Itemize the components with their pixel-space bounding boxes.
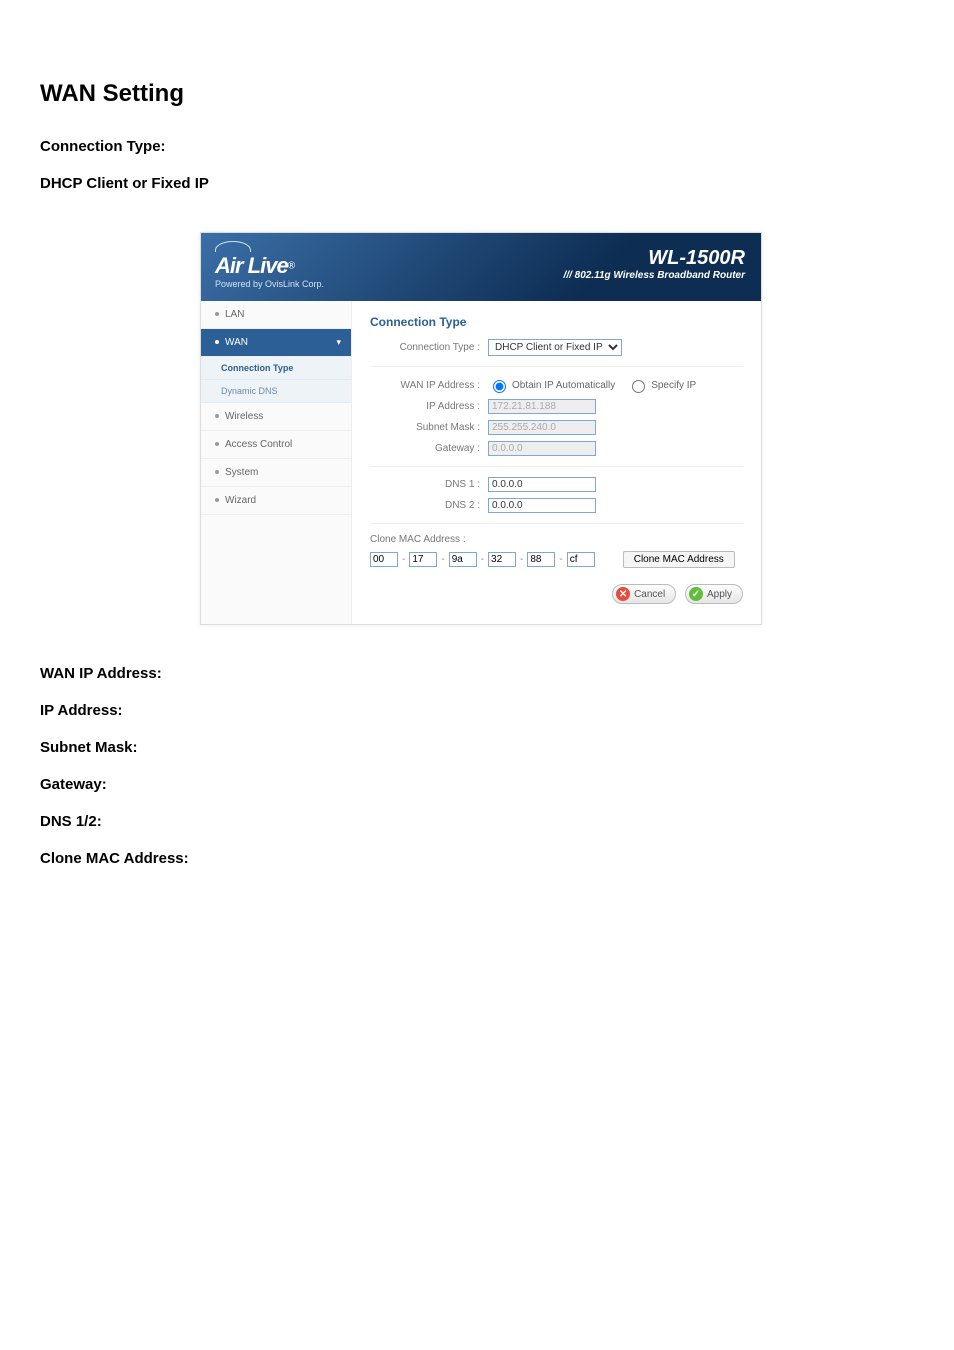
nav-item-system[interactable]: System bbox=[201, 459, 351, 487]
mac-octet-6[interactable] bbox=[567, 552, 595, 567]
mac-octet-3[interactable] bbox=[449, 552, 477, 567]
model-number: WL-1500R bbox=[564, 247, 745, 270]
sub-dhcp-client: DHCP Client or Fixed IP bbox=[40, 175, 914, 192]
radio-specify-ip-input[interactable] bbox=[632, 380, 645, 393]
connection-type-label: Connection Type : bbox=[370, 342, 488, 353]
connection-type-select[interactable]: DHCP Client or Fixed IP bbox=[488, 339, 622, 356]
apply-button[interactable]: ✓ Apply bbox=[685, 584, 743, 604]
radio-specify-ip-text: Specify IP bbox=[651, 380, 696, 391]
cancel-button-label: Cancel bbox=[634, 589, 665, 600]
subnet-mask-input[interactable] bbox=[488, 420, 596, 435]
mac-octet-5[interactable] bbox=[527, 552, 555, 567]
brand-name: Air Live bbox=[215, 253, 288, 278]
nav-label-system: System bbox=[225, 467, 258, 478]
mac-octet-4[interactable] bbox=[488, 552, 516, 567]
gateway-label: Gateway : bbox=[370, 443, 488, 454]
sidebar-nav: LAN WAN Connection Type Dynamic DNS Wire… bbox=[201, 301, 352, 624]
ip-address-label: IP Address : bbox=[370, 401, 488, 412]
dns1-label: DNS 1 : bbox=[370, 479, 488, 490]
footer-actions: ✕ Cancel ✓ Apply bbox=[370, 584, 743, 604]
nav-sub-dynamic-dns[interactable]: Dynamic DNS bbox=[201, 380, 351, 403]
apply-icon: ✓ bbox=[689, 587, 703, 601]
clone-mac-header: Clone MAC Address : bbox=[370, 534, 743, 545]
dns-heading: DNS 1/2: bbox=[40, 813, 914, 830]
content-panel: Connection Type Connection Type : DHCP C… bbox=[352, 301, 761, 624]
wan-ip-address-heading: WAN IP Address: bbox=[40, 665, 914, 682]
divider bbox=[370, 466, 743, 467]
page-title: WAN Setting bbox=[40, 80, 914, 108]
panel-title: Connection Type bbox=[370, 315, 743, 329]
mac-octet-1[interactable] bbox=[370, 552, 398, 567]
divider bbox=[370, 366, 743, 367]
clone-mac-button[interactable]: Clone MAC Address bbox=[623, 551, 735, 568]
subnet-mask-label: Subnet Mask : bbox=[370, 422, 488, 433]
nav-item-wireless[interactable]: Wireless bbox=[201, 403, 351, 431]
gateway-heading: Gateway: bbox=[40, 776, 914, 793]
ip-address-input[interactable] bbox=[488, 399, 596, 414]
nav-item-wan[interactable]: WAN bbox=[201, 329, 351, 357]
clone-mac-heading: Clone MAC Address: bbox=[40, 850, 914, 867]
nav-sub-connection-type[interactable]: Connection Type bbox=[201, 357, 351, 380]
router-admin-screenshot: Air Live® Powered by OvisLink Corp. WL-1… bbox=[200, 232, 762, 625]
nav-label-wizard: Wizard bbox=[225, 495, 256, 506]
radio-obtain-auto-text: Obtain IP Automatically bbox=[512, 380, 615, 391]
cancel-button[interactable]: ✕ Cancel bbox=[612, 584, 676, 604]
nav-item-wizard[interactable]: Wizard bbox=[201, 487, 351, 515]
nav-item-lan[interactable]: LAN bbox=[201, 301, 351, 329]
nav-label-lan: LAN bbox=[225, 309, 244, 320]
section-connection-type: Connection Type: bbox=[40, 138, 914, 155]
radio-specify-ip[interactable]: Specify IP bbox=[627, 377, 696, 393]
nav-label-wan: WAN bbox=[225, 337, 248, 348]
mac-octet-2[interactable] bbox=[409, 552, 437, 567]
wan-ip-address-label: WAN IP Address : bbox=[370, 380, 488, 391]
nav-label-access: Access Control bbox=[225, 439, 292, 450]
subnet-mask-heading: Subnet Mask: bbox=[40, 739, 914, 756]
dns2-input[interactable] bbox=[488, 498, 596, 513]
radio-obtain-auto[interactable]: Obtain IP Automatically bbox=[488, 377, 615, 393]
divider bbox=[370, 523, 743, 524]
nav-item-access-control[interactable]: Access Control bbox=[201, 431, 351, 459]
cancel-icon: ✕ bbox=[616, 587, 630, 601]
model-block: WL-1500R /// 802.11g Wireless Broadband … bbox=[564, 247, 745, 281]
model-description: /// 802.11g Wireless Broadband Router bbox=[564, 270, 745, 281]
nav-label-wireless: Wireless bbox=[225, 411, 263, 422]
dns2-label: DNS 2 : bbox=[370, 500, 488, 511]
router-header: Air Live® Powered by OvisLink Corp. WL-1… bbox=[201, 233, 761, 301]
ip-address-heading: IP Address: bbox=[40, 702, 914, 719]
apply-button-label: Apply bbox=[707, 589, 732, 600]
logo-arc-icon bbox=[215, 241, 251, 252]
gateway-input[interactable] bbox=[488, 441, 596, 456]
radio-obtain-auto-input[interactable] bbox=[493, 380, 506, 393]
dns1-input[interactable] bbox=[488, 477, 596, 492]
clone-mac-row: - - - - - Clone MAC Address bbox=[370, 551, 743, 568]
reg-mark: ® bbox=[288, 261, 295, 272]
